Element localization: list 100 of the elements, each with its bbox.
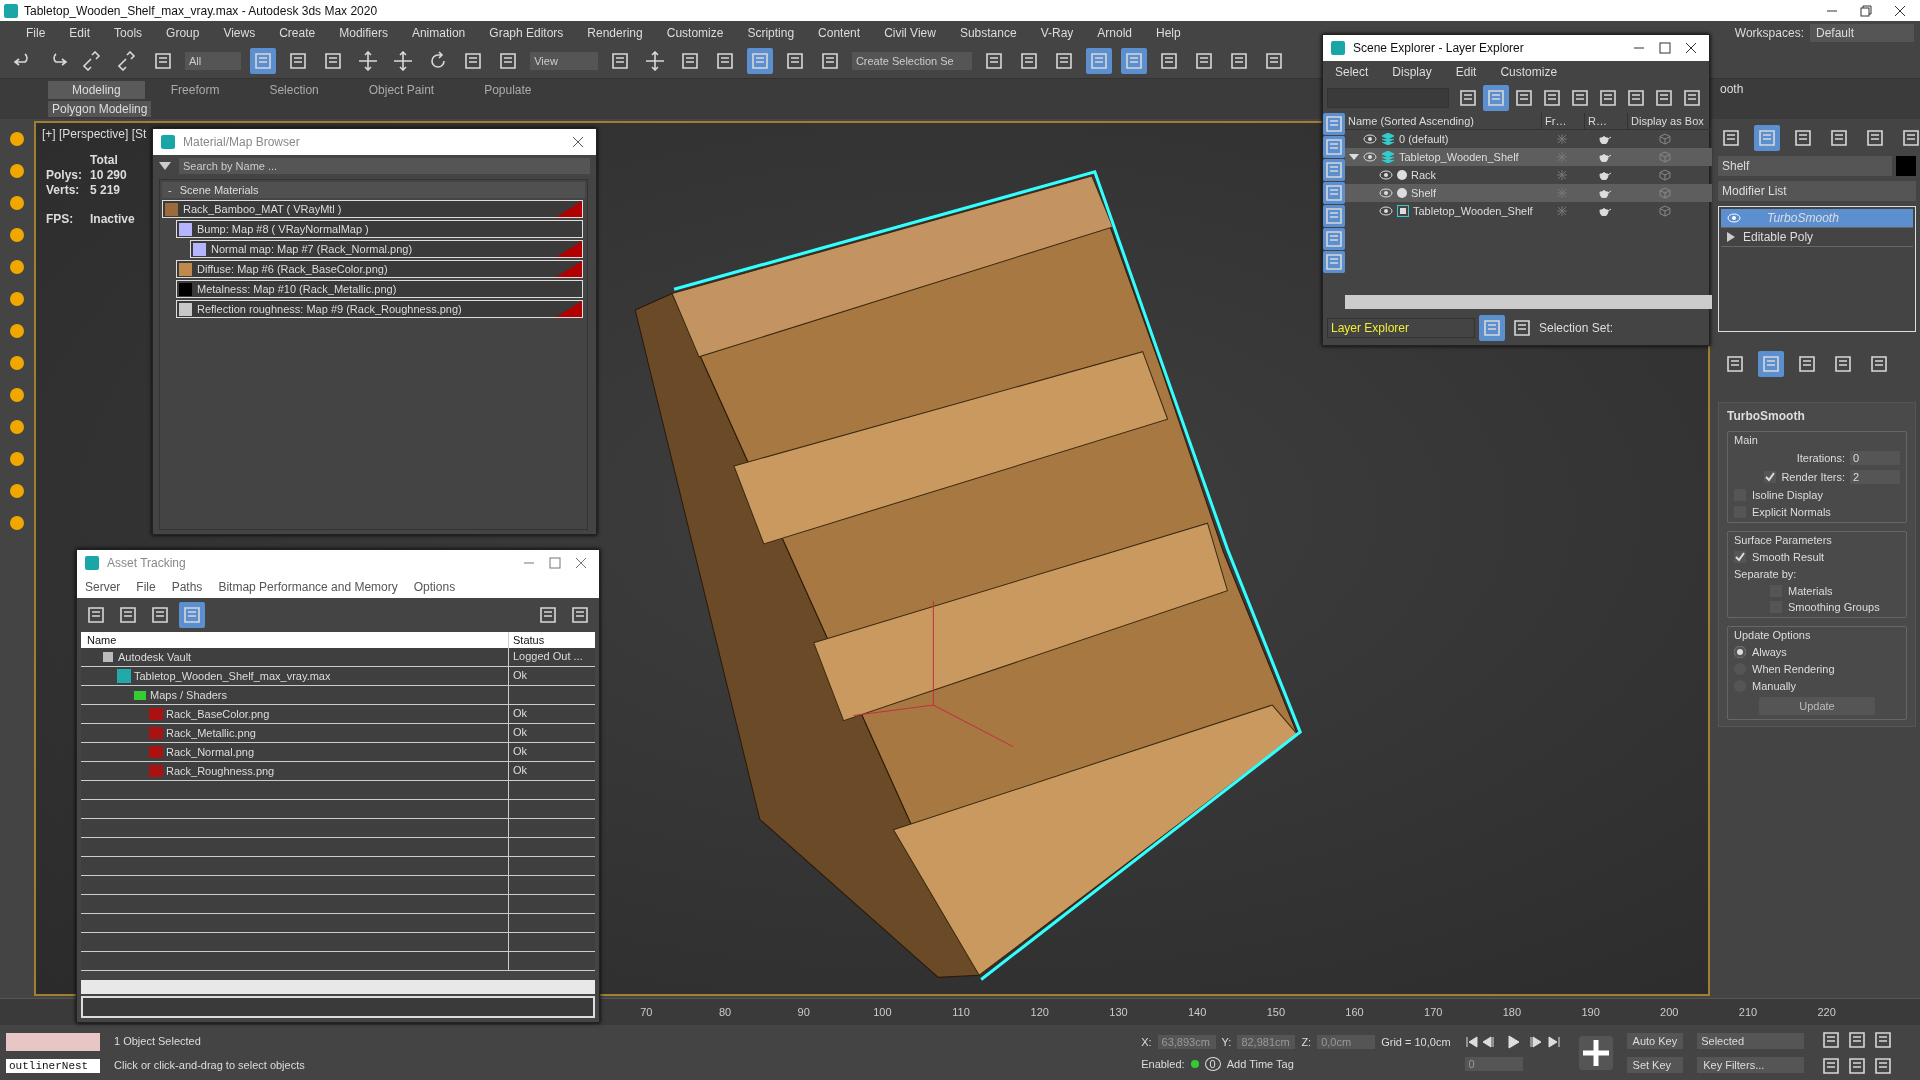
ribbon-tab[interactable]: Object Paint [344, 81, 459, 99]
checkbox[interactable] [1764, 471, 1777, 483]
column-header[interactable]: Display as Box [1627, 113, 1712, 129]
modifier-list-dropdown[interactable]: Modifier List [1718, 181, 1916, 201]
scene-row[interactable]: 0 (default) [1345, 130, 1712, 148]
ribbon-tab[interactable]: Populate [460, 81, 556, 99]
rollout-title[interactable]: TurboSmooth [1727, 409, 1907, 423]
menu-item[interactable]: Server [77, 580, 129, 594]
group-header[interactable]: Scene Materials [179, 184, 259, 196]
key-mode-dropdown[interactable]: Selected [1697, 1032, 1804, 1049]
horizontal-scrollbar[interactable] [1345, 295, 1712, 309]
asset-row[interactable]: Autodesk Vault [81, 648, 509, 666]
horizontal-scrollbar[interactable] [81, 980, 595, 994]
menu-item[interactable]: Modifiers [327, 25, 400, 40]
menu-item[interactable]: Paths [163, 580, 211, 594]
object-color-swatch[interactable] [1896, 156, 1916, 176]
dropdown-arrow-icon[interactable] [159, 162, 171, 170]
close-icon[interactable] [1685, 42, 1697, 54]
render-iters-spinner[interactable]: 2 [1850, 470, 1900, 484]
expand-arrow-icon[interactable] [1727, 232, 1735, 242]
ribbon-tab[interactable]: Freeform [146, 81, 244, 99]
menu-item[interactable]: Content [806, 25, 873, 40]
menu-item[interactable]: Create [267, 25, 328, 40]
scene-row[interactable]: Rack [1345, 166, 1712, 184]
menu-item[interactable]: Edit [1443, 65, 1489, 79]
menu-item[interactable]: Graph Editors [477, 25, 576, 40]
menu-item[interactable]: Rendering [575, 25, 655, 40]
material-row[interactable]: Rack_Bamboo_MAT ( VRayMtl ) [162, 200, 583, 218]
set-key-icon[interactable] [1578, 1035, 1613, 1070]
object-name-field[interactable]: Shelf [1718, 156, 1892, 176]
app-logo-icon [1331, 41, 1345, 55]
set-key-button[interactable]: Set Key [1626, 1056, 1684, 1073]
scene-row[interactable]: Shelf [1345, 184, 1712, 202]
asset-row[interactable]: Rack_Metallic.png [81, 724, 509, 742]
workspaces-dropdown[interactable]: Default [1809, 23, 1914, 42]
menu-item[interactable]: Group [154, 25, 212, 40]
menu-item[interactable]: File [14, 25, 58, 40]
menu-item[interactable]: Customize [654, 25, 736, 40]
eye-icon[interactable] [1379, 206, 1393, 216]
menu-item[interactable]: Edit [57, 25, 103, 40]
menu-item[interactable]: Bitmap Performance and Memory [210, 580, 406, 594]
eye-icon[interactable] [1363, 134, 1377, 144]
expand-arrow-icon[interactable] [1349, 152, 1359, 162]
menu-item[interactable]: Tools [102, 25, 155, 40]
key-filters-button[interactable]: Key Filters... [1697, 1056, 1804, 1073]
close-icon[interactable] [572, 136, 584, 148]
menu-item[interactable]: Views [211, 25, 268, 40]
asset-row[interactable]: Rack_Normal.png [81, 743, 509, 761]
layer-stack-icon [1381, 133, 1395, 145]
menu-item[interactable]: File [128, 580, 164, 594]
asset-row[interactable]: Tabletop_Wooden_Shelf_max_vray.max [81, 667, 509, 685]
asset-row[interactable]: Rack_BaseColor.png [81, 705, 509, 723]
ribbon-tab[interactable]: Selection [245, 81, 343, 99]
iterations-spinner[interactable]: 0 [1850, 451, 1900, 465]
eye-icon[interactable] [1379, 170, 1393, 180]
material-row[interactable]: Diffuse: Map #6 (Rack_BaseColor.png) [176, 260, 583, 278]
menu-item[interactable]: Scripting [735, 25, 807, 40]
auto-key-button[interactable]: Auto Key [1626, 1032, 1684, 1049]
material-row[interactable]: Metalness: Map #10 (Rack_Metallic.png) [176, 280, 583, 298]
modifier-item[interactable]: Editable Poly [1721, 228, 1913, 247]
script-listener-box[interactable] [6, 1032, 100, 1051]
menu-item[interactable]: Civil View [872, 25, 948, 40]
eye-icon[interactable] [1379, 188, 1393, 198]
reference-coordinate-dropdown[interactable]: View [530, 52, 598, 70]
material-row[interactable]: Reflection roughness: Map #9 (Rack_Roughness.png) [176, 300, 583, 318]
explorer-mode-dropdown[interactable]: Layer Explorer [1327, 318, 1475, 338]
viewport-label[interactable]: [+] [Perspective] [St [42, 127, 147, 141]
update-button[interactable]: Update [1759, 697, 1875, 715]
checkbox[interactable] [1734, 551, 1746, 563]
material-row[interactable]: Bump: Map #8 ( VRayNormalMap ) [176, 220, 583, 238]
search-field[interactable]: Search by Name ... [179, 158, 590, 174]
menu-item[interactable]: Select [1323, 65, 1381, 79]
column-header[interactable]: Status [509, 632, 595, 648]
radio-button[interactable] [1734, 646, 1746, 658]
scene-row[interactable]: Tabletop_Wooden_Shelf [1345, 148, 1712, 166]
script-field[interactable]: outlinerNest [6, 1058, 100, 1073]
restore-icon[interactable] [1860, 4, 1872, 17]
column-header[interactable]: R… [1584, 113, 1627, 129]
path-field[interactable] [81, 996, 595, 1018]
menu-item[interactable]: Animation [399, 25, 478, 40]
ribbon-panel-tab[interactable]: Polygon Modeling [48, 101, 152, 117]
selection-filter-dropdown[interactable]: All [185, 52, 242, 70]
material-row[interactable]: Normal map: Map #7 (Rack_Normal.png) [190, 240, 583, 258]
selection-set-dropdown[interactable]: Create Selection Se [851, 52, 972, 70]
close-icon[interactable] [1894, 4, 1906, 17]
scene-row[interactable]: Tabletop_Wooden_Shelf [1345, 202, 1712, 220]
column-header[interactable]: Fr… [1541, 113, 1584, 129]
eye-icon[interactable] [1363, 152, 1377, 162]
menu-item[interactable]: V-Ray [1028, 25, 1086, 40]
asset-row[interactable]: Rack_Roughness.png [81, 762, 509, 780]
menu-item[interactable]: Help [1144, 25, 1193, 40]
menu-item[interactable]: Arnold [1085, 25, 1144, 40]
transform-gizmo[interactable] [853, 600, 1014, 748]
menu-item[interactable]: Customize [1488, 65, 1570, 79]
menu-item[interactable]: Display [1380, 65, 1444, 79]
ribbon-tab[interactable]: Modeling [48, 81, 145, 99]
add-time-tag[interactable]: Add Time Tag [1226, 1057, 1294, 1070]
app-logo-icon [161, 135, 175, 149]
menu-item[interactable]: Substance [947, 25, 1029, 40]
menu-item[interactable]: Options [405, 580, 464, 594]
